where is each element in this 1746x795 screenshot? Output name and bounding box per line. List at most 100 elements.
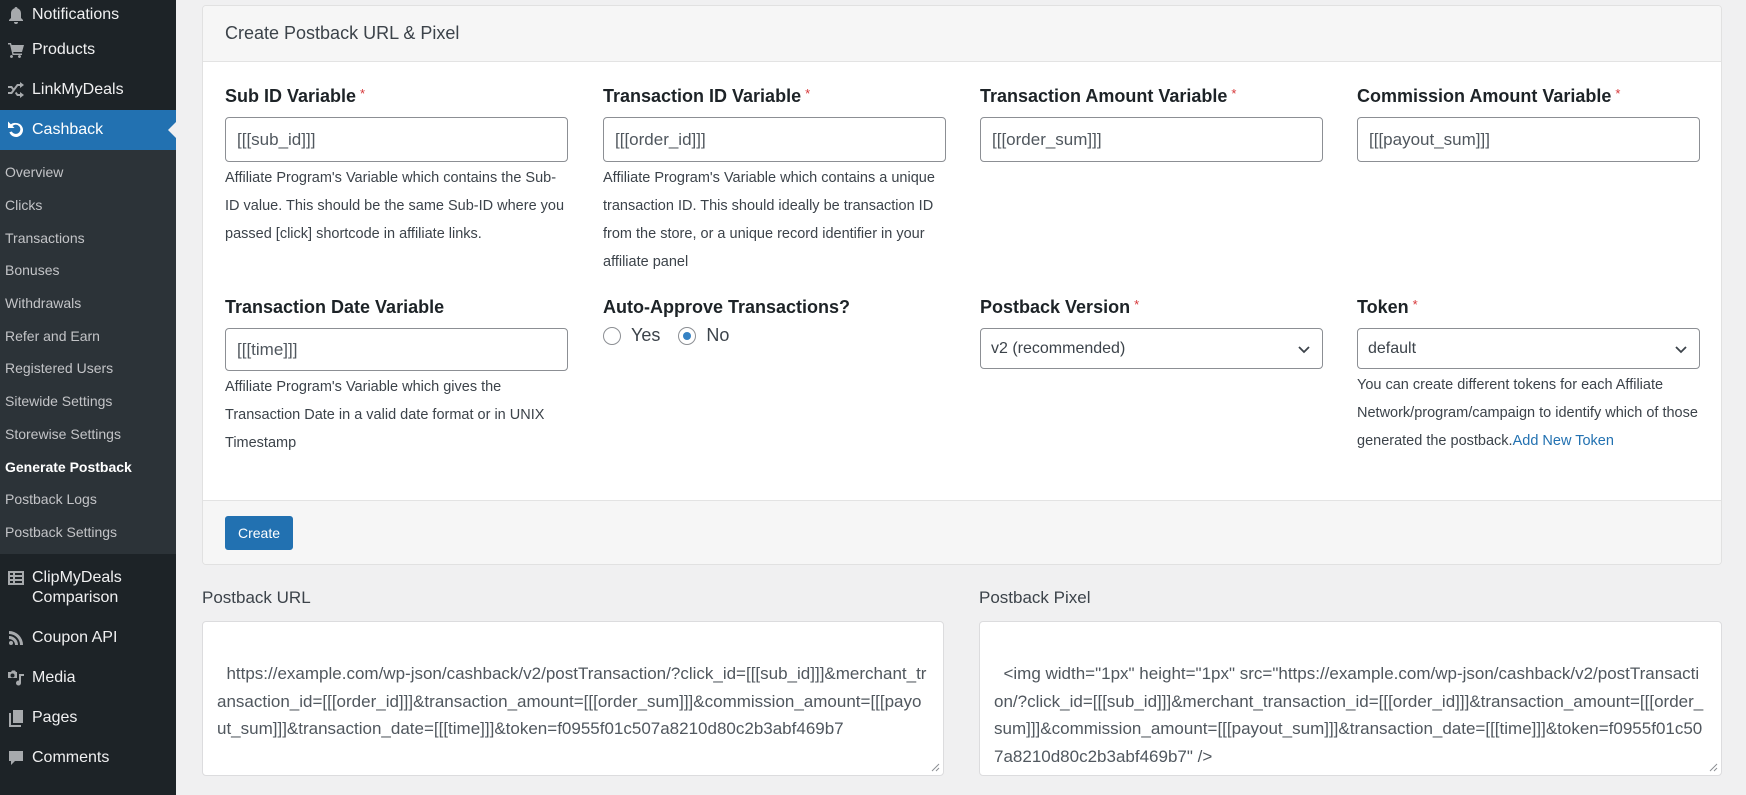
field-transaction-amount: Transaction Amount Variable * [980,86,1323,162]
resize-handle-icon[interactable] [1708,762,1718,772]
card-title: Create Postback URL & Pixel [203,6,1721,62]
submenu-withdrawals[interactable]: Withdrawals [0,287,176,320]
comment-icon [0,748,32,768]
menu-label: Media [32,669,76,687]
field-commission-amount: Commission Amount Variable * [1357,86,1700,162]
submenu-transactions[interactable]: Transactions [0,221,176,254]
menu-label: ClipMyDeals Comparison [32,568,176,608]
chevron-down-icon [1675,345,1687,353]
required-mark: * [1134,297,1140,312]
postback-pixel-text: <img width="1px" height="1px" src="https… [994,663,1704,767]
submenu-refer-and-earn[interactable]: Refer and Earn [0,319,176,352]
field-transaction-id: Transaction ID Variable* Affiliate Progr… [603,86,946,276]
label-text: Postback Version [980,297,1131,317]
field-label: Auto-Approve Transactions? [603,297,851,317]
rss-icon [0,628,32,648]
label-text: Transaction ID Variable [603,86,802,106]
field-token: Token * default You can create different … [1357,297,1700,455]
menu-label-line1: ClipMyDeals [32,569,122,587]
pages-icon [0,708,32,728]
field-label: Token * [1357,297,1700,323]
auto-approve-radio-group: Yes No [603,325,946,346]
postback-url-textarea[interactable]: https://example.com/wp-json/cashback/v2/… [202,621,944,776]
create-postback-card: Create Postback URL & Pixel Sub ID Varia… [202,5,1722,565]
field-transaction-date: Transaction Date Variable Affiliate Prog… [225,297,568,457]
list-icon [0,568,32,588]
label-text: Commission Amount Variable [1357,86,1612,106]
postback-url-text: https://example.com/wp-json/cashback/v2/… [217,663,927,739]
refresh-icon [0,120,32,140]
select-value: v2 (recommended) [991,339,1126,357]
menu-label-line2: Comparison [32,589,119,607]
submenu-postback-settings[interactable]: Postback Settings [0,516,176,549]
required-mark: * [805,86,811,101]
submenu-postback-logs[interactable]: Postback Logs [0,483,176,516]
card-footer: Create [203,500,1721,564]
submenu-bonuses[interactable]: Bonuses [0,254,176,287]
create-button[interactable]: Create [225,516,294,550]
field-label: Sub ID Variable * [225,86,568,112]
token-select[interactable]: default [1357,328,1700,369]
commission-amount-input[interactable] [1357,117,1700,162]
required-mark: * [360,86,366,101]
transaction-id-input[interactable] [603,117,946,162]
menu-item-pages[interactable]: Pages [0,698,176,738]
help-text: Affiliate Program's Variable which gives… [225,379,545,451]
menu-label: LinkMyDeals [32,81,124,98]
field-label: Transaction Date Variable [225,297,445,317]
add-new-token-link[interactable]: Add New Token [1513,433,1614,449]
bell-icon [0,5,32,25]
transaction-date-input[interactable] [225,328,568,371]
menu-item-cashback[interactable]: Cashback [0,110,176,150]
shuffle-icon [0,80,32,100]
menu-label: Products [32,41,96,58]
radio-option-yes[interactable]: Yes [603,325,660,346]
submenu-registered-users[interactable]: Registered Users [0,352,176,385]
cart-icon [0,40,32,60]
postback-pixel-textarea[interactable]: <img width="1px" height="1px" src="https… [979,621,1722,776]
menu-item-media[interactable]: Media [0,658,176,698]
field-label: Commission Amount Variable * [1357,86,1700,112]
menu-label: Cashback [32,121,104,138]
menu-label: Comments [32,749,110,767]
help-text: Affiliate Program's Variable which conta… [225,170,565,242]
menu-item-linkmydeals[interactable]: LinkMyDeals [0,70,176,110]
menu-item-notifications[interactable]: Notifications [0,0,176,30]
help-text: Affiliate Program's Variable which conta… [603,170,935,270]
field-label: Transaction ID Variable * [603,86,946,112]
postback-url-label: Postback URL [202,588,311,607]
menu-item-coupon-api[interactable]: Coupon API [0,618,176,658]
sub-id-input[interactable] [225,117,568,162]
label-text: Token [1357,297,1409,317]
menu-label: Pages [32,709,78,727]
radio-no[interactable] [678,326,697,345]
select-value: default [1368,339,1417,357]
submenu-generate-postback[interactable]: Generate Postback [0,450,176,483]
field-auto-approve: Auto-Approve Transactions? Yes No [603,297,946,346]
menu-item-comments[interactable]: Comments [0,738,176,778]
field-postback-version: Postback Version * v2 (recommended) [980,297,1323,369]
admin-sidebar: Notifications Products LinkMyDeals Cashb… [0,0,176,795]
postback-version-select[interactable]: v2 (recommended) [980,328,1323,369]
radio-option-no[interactable]: No [678,325,729,346]
menu-item-products[interactable]: Products [0,30,176,70]
label-text: Sub ID Variable [225,86,357,106]
submenu-clicks[interactable]: Clicks [0,189,176,222]
resize-handle-icon[interactable] [930,762,940,772]
chevron-down-icon [1298,345,1310,353]
help-text: You can create different tokens for each… [1357,371,1700,455]
label-text: Transaction Amount Variable [980,86,1228,106]
cashback-submenu: Overview Clicks Transactions Bonuses Wit… [0,150,176,555]
required-mark: * [1615,86,1621,101]
radio-label: Yes [631,325,661,345]
field-label: Transaction Amount Variable * [980,86,1323,112]
transaction-amount-input[interactable] [980,117,1323,162]
postback-pixel-label: Postback Pixel [979,588,1091,607]
submenu-sitewide-settings[interactable]: Sitewide Settings [0,385,176,418]
menu-item-clipmydeals-comparison[interactable]: ClipMyDeals Comparison [0,560,176,618]
radio-label: No [706,325,730,345]
submenu-storewise-settings[interactable]: Storewise Settings [0,418,176,451]
field-sub-id: Sub ID Variable* Affiliate Program's Var… [225,86,568,248]
submenu-overview[interactable]: Overview [0,156,176,189]
radio-yes[interactable] [603,326,621,345]
